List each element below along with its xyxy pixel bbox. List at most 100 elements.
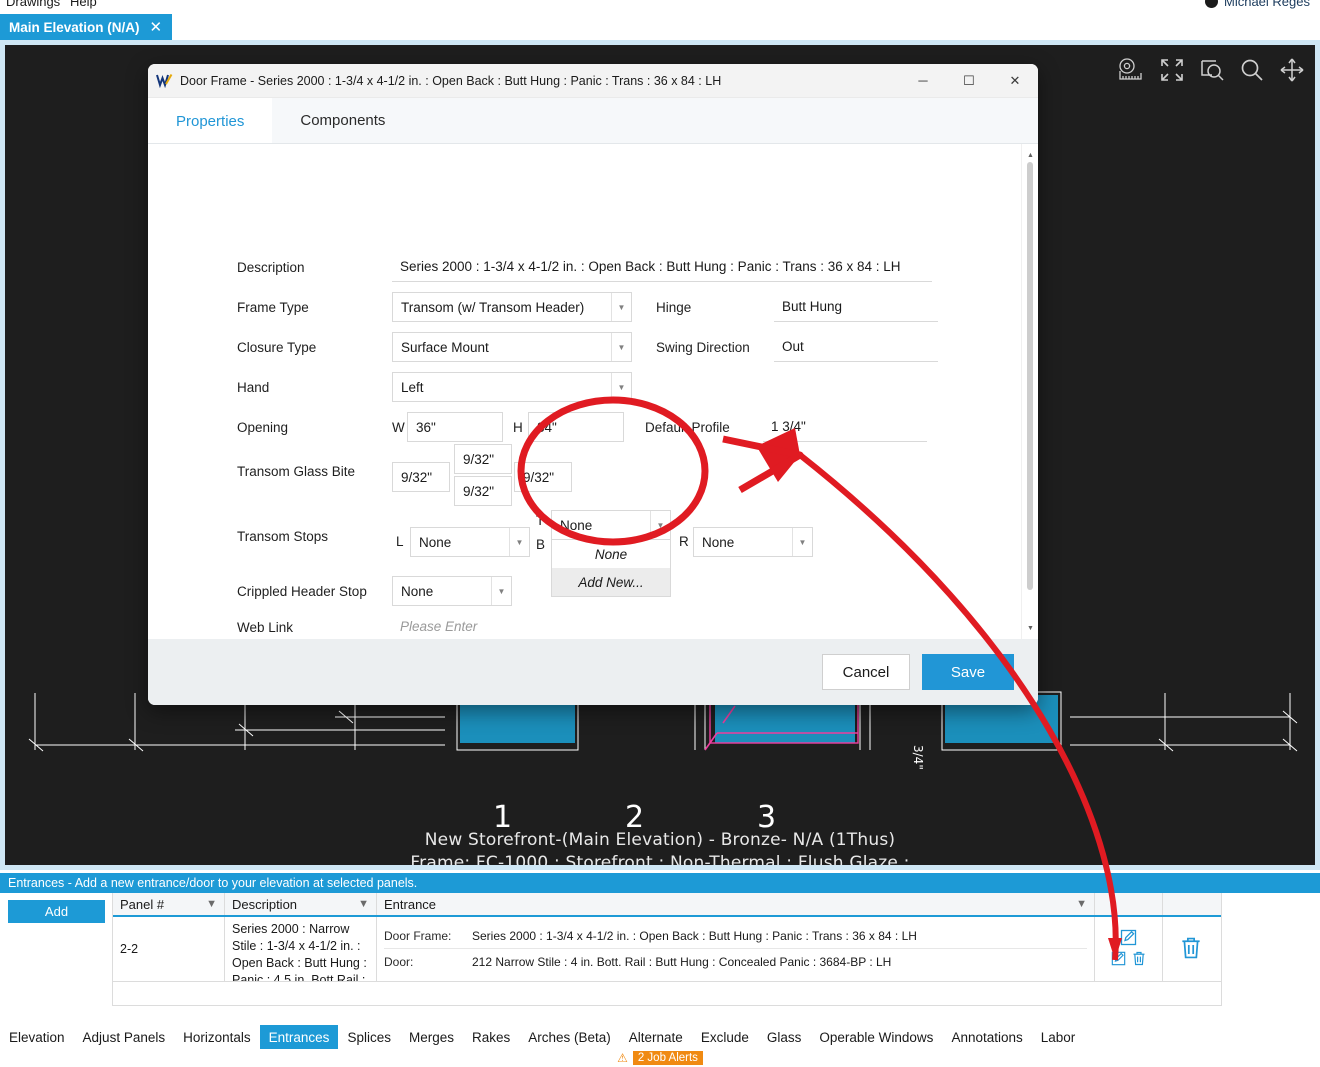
job-alerts-badge[interactable]: 2 Job Alerts	[632, 1051, 703, 1065]
glass-bite-right-input[interactable]: 9/32"	[514, 462, 572, 492]
tape-measure-icon[interactable]	[1115, 57, 1145, 83]
scroll-down-icon[interactable]: ▼	[1022, 621, 1038, 635]
menu-item-drawings[interactable]: Drawings	[6, 0, 60, 9]
filter-icon[interactable]: ▼	[358, 898, 369, 910]
swing-direction-input[interactable]: Out	[774, 332, 938, 362]
crippled-header-stop-value: None	[401, 583, 434, 599]
job-alerts-bar: ⚠ 2 Job Alerts	[0, 1049, 1320, 1067]
transom-stop-left-value: None	[419, 534, 452, 550]
warning-icon: ⚠	[617, 1051, 628, 1065]
cell-row-actions	[1095, 917, 1163, 981]
bottom-tab-labor[interactable]: Labor	[1032, 1025, 1085, 1049]
bottom-tab-rakes[interactable]: Rakes	[463, 1025, 519, 1049]
dimension-label-right: 3/4"	[911, 745, 925, 770]
cell-delete-row	[1163, 917, 1218, 981]
entrances-banner: Entrances - Add a new entrance/door to y…	[0, 873, 1320, 893]
glass-bite-bottom-input[interactable]: 9/32"	[454, 476, 512, 506]
zoom-window-icon[interactable]	[1199, 57, 1225, 83]
dropdown-option-none[interactable]: None	[552, 540, 670, 568]
swing-direction-label: Swing Direction	[656, 339, 750, 355]
bottom-tab-splices[interactable]: Splices	[338, 1025, 400, 1049]
chevron-down-icon: ▼	[611, 293, 631, 321]
close-icon[interactable]: ✕	[150, 20, 163, 35]
transom-stop-right-select[interactable]: None ▼	[693, 527, 813, 557]
cancel-button[interactable]: Cancel	[822, 654, 910, 690]
web-link-input[interactable]: Please Enter	[392, 612, 932, 639]
transom-stop-top-select[interactable]: None ▼	[551, 510, 671, 540]
dialog-title-bar[interactable]: Door Frame - Series 2000 : 1-3/4 x 4-1/2…	[148, 64, 1038, 98]
fit-screen-icon[interactable]	[1159, 57, 1185, 83]
crippled-header-stop-select[interactable]: None ▼	[392, 576, 512, 606]
form-scrollbar[interactable]: ▲ ▼	[1021, 144, 1038, 639]
scrollbar-thumb[interactable]	[1027, 162, 1033, 590]
save-button[interactable]: Save	[922, 654, 1014, 690]
opening-width-input[interactable]: 36"	[407, 412, 503, 442]
tab-properties[interactable]: Properties	[148, 98, 273, 143]
hinge-label: Hinge	[656, 299, 692, 315]
transom-glass-bite-label: Transom Glass Bite	[237, 464, 356, 479]
door-frame-dialog: Door Frame - Series 2000 : 1-3/4 x 4-1/2…	[148, 64, 1038, 705]
closure-type-select[interactable]: Surface Mount ▼	[392, 332, 632, 362]
document-tab-bar: Main Elevation (N/A) ✕	[0, 14, 1320, 40]
entrance-door-line: Door: 212 Narrow Stile : 4 in. Bott. Rai…	[384, 949, 1087, 975]
field-web-link: Web Link Please Enter	[237, 612, 932, 639]
glass-bite-left-input[interactable]: 9/32"	[392, 462, 450, 492]
transom-stop-left-prefix: L	[396, 534, 404, 549]
delete-door-icon[interactable]	[1132, 951, 1146, 969]
add-entrance-button[interactable]: Add	[8, 900, 105, 923]
bottom-tab-horizontals[interactable]: Horizontals	[174, 1025, 260, 1049]
scroll-up-icon[interactable]: ▲	[1022, 148, 1038, 162]
filter-icon[interactable]: ▼	[206, 898, 217, 910]
avatar-icon	[1205, 0, 1218, 8]
chevron-down-icon: ▼	[611, 333, 631, 361]
tab-components[interactable]: Components	[272, 98, 413, 143]
transom-stop-top-value: None	[560, 517, 593, 533]
opening-width-prefix: W	[392, 419, 405, 435]
hand-select[interactable]: Left ▼	[392, 372, 632, 402]
drawing-caption-line2: Frame: FC-1000 : Storefront : Non-Therma…	[410, 853, 910, 865]
opening-height-input[interactable]: 84"	[528, 412, 624, 442]
transom-stop-top-dropdown-list[interactable]: None Add New...	[551, 540, 671, 597]
dropdown-option-add-new[interactable]: Add New...	[552, 568, 670, 596]
column-header-description[interactable]: Description ▼	[225, 893, 377, 915]
column-header-panel[interactable]: Panel # ▼	[113, 893, 225, 915]
bottom-tab-annotations[interactable]: Annotations	[942, 1025, 1031, 1049]
delete-row-icon[interactable]	[1180, 936, 1202, 963]
field-crippled-header-stop: Crippled Header Stop None ▼	[237, 576, 512, 606]
user-account[interactable]: Michael Reges	[1205, 0, 1310, 9]
bottom-tab-glass[interactable]: Glass	[758, 1025, 811, 1049]
filter-icon[interactable]: ▼	[1076, 898, 1087, 910]
bottom-tab-adjust-panels[interactable]: Adjust Panels	[74, 1025, 175, 1049]
edit-door-icon[interactable]	[1111, 951, 1126, 969]
bottom-tab-alternate[interactable]: Alternate	[620, 1025, 692, 1049]
glass-bite-top-input[interactable]: 9/32"	[454, 444, 512, 474]
closure-type-label: Closure Type	[237, 339, 317, 355]
table-row[interactable]: 2-2 Series 2000 : Narrow Stile : 1-3/4 x…	[113, 917, 1221, 981]
close-icon[interactable]: ✕	[992, 64, 1038, 98]
bottom-tab-exclude[interactable]: Exclude	[692, 1025, 758, 1049]
edit-door-frame-icon[interactable]	[1120, 929, 1137, 949]
default-profile-input[interactable]: 1 3/4"	[763, 412, 927, 442]
bottom-tab-entrances[interactable]: Entrances	[259, 1025, 339, 1049]
magnifier-icon[interactable]	[1239, 57, 1265, 83]
transom-stop-top-prefix: T	[536, 513, 545, 528]
maximize-icon[interactable]: ☐	[946, 64, 992, 98]
minimize-icon[interactable]: ─	[900, 64, 946, 98]
bottom-tab-elevation[interactable]: Elevation	[0, 1025, 74, 1049]
transom-stop-left-select[interactable]: None ▼	[410, 527, 530, 557]
bottom-tab-merges[interactable]: Merges	[400, 1025, 463, 1049]
document-tab-main-elevation[interactable]: Main Elevation (N/A) ✕	[0, 14, 173, 40]
dialog-title: Door Frame - Series 2000 : 1-3/4 x 4-1/2…	[180, 73, 722, 88]
entrance-door-label: Door:	[384, 955, 414, 969]
column-header-entrance[interactable]: Entrance ▼	[377, 893, 1095, 915]
hinge-input[interactable]: Butt Hung	[774, 292, 938, 322]
frame-type-select[interactable]: Transom (w/ Transom Header) ▼	[392, 292, 632, 322]
menu-item-help[interactable]: Help	[70, 0, 97, 9]
bottom-tab-operable-windows[interactable]: Operable Windows	[810, 1025, 942, 1049]
bottom-tab-arches[interactable]: Arches (Beta)	[519, 1025, 620, 1049]
description-input[interactable]: Series 2000 : 1-3/4 x 4-1/2 in. : Open B…	[392, 252, 932, 282]
transom-stop-right-value: None	[702, 534, 735, 550]
field-closure-type: Closure Type Surface Mount ▼ Swing Direc…	[237, 332, 938, 362]
cell-description: Series 2000 : Narrow Stile : 1-3/4 x 4-1…	[225, 917, 377, 981]
pan-icon[interactable]	[1279, 57, 1305, 83]
